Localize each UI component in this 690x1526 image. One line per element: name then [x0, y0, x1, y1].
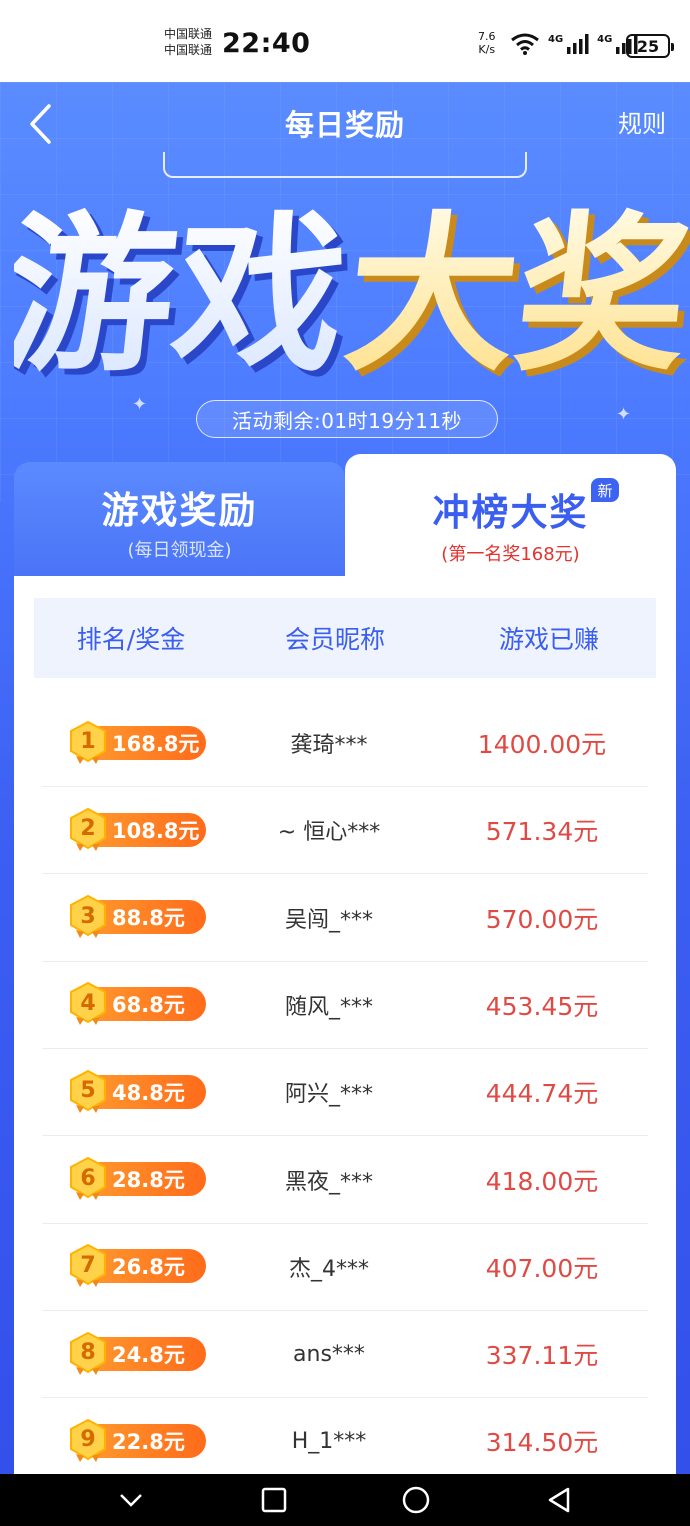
member-nickname: ~ 恒心*** — [277, 820, 381, 846]
rank-cell: 22.8元 9 — [42, 1398, 222, 1474]
rank-cell: 28.8元 6 — [42, 1136, 222, 1223]
rank-cell: 68.8元 4 — [42, 961, 222, 1048]
rank-cell: 168.8元 1 — [42, 700, 222, 787]
rank-cell: 26.8元 7 — [42, 1223, 222, 1310]
nav-collapse-button[interactable] — [111, 1480, 151, 1520]
table-row: 88.8元 3 吴闯_*** 570.00元 — [42, 875, 648, 962]
tab-sublabel: (第一名奖168元) — [441, 544, 580, 565]
earned-amount: 407.00元 — [485, 1253, 599, 1283]
rank-number: 3 — [80, 903, 96, 929]
table-row: 48.8元 5 阿兴_*** 444.74元 — [42, 1049, 648, 1137]
rank-cell: 24.8元 8 — [42, 1311, 222, 1398]
tab-label: 游戏奖励 — [101, 489, 258, 532]
header-rank-prize: 排名/奖金 — [76, 625, 186, 654]
wifi-icon — [511, 33, 539, 55]
rank-number: 1 — [80, 729, 96, 754]
header-earned: 游戏已赚 — [498, 625, 599, 654]
rank-number: 2 — [80, 816, 96, 842]
hero-title-gold-face: 大奖 — [337, 197, 690, 386]
carrier-2: 中国联通 — [164, 43, 213, 57]
leaderboard-panel: 排名/奖金 会员昵称 游戏已赚 168.8元 1 龚琦*** 1400.00元 108.… — [14, 576, 676, 1474]
member-nickname: 随风_*** — [284, 994, 373, 1020]
signal-4g-1-label: 4G — [548, 34, 564, 45]
rank-cell: 108.8元 2 — [42, 787, 222, 874]
table-row: 168.8元 1 龚琦*** 1400.00元 — [42, 700, 648, 787]
triangle-back-icon — [548, 1487, 569, 1513]
nav-recents-button[interactable] — [254, 1480, 294, 1520]
earned-amount: 418.00元 — [485, 1166, 599, 1196]
battery-indicator: 25 — [626, 34, 674, 58]
table-row: 28.8元 6 黑夜_*** 418.00元 — [42, 1137, 648, 1224]
rank-number: 4 — [80, 990, 96, 1016]
rank-number: 9 — [80, 1427, 96, 1453]
rank-cell: 48.8元 5 — [42, 1049, 222, 1136]
table-row: 22.8元 9 H_1*** 314.50元 — [42, 1398, 648, 1474]
earned-amount: 453.45元 — [485, 991, 599, 1021]
hero-title-art: 游戏 游戏 大奖 大奖 — [14, 197, 690, 386]
square-icon — [261, 1487, 286, 1513]
table-row: 108.8元 2 ~ 恒心*** 571.34元 — [42, 787, 648, 875]
table-row: 68.8元 4 随风_*** 453.45元 — [42, 962, 648, 1049]
rank-number: 5 — [80, 1078, 96, 1104]
table-row: 26.8元 7 杰_4*** 407.00元 — [42, 1224, 648, 1311]
carrier-1: 中国联通 — [164, 27, 213, 41]
signal-bars-icon — [567, 34, 589, 54]
chevron-down-icon — [120, 1494, 143, 1507]
tab-sublabel: (每日领现金) — [127, 540, 232, 561]
member-nickname: 黑夜_*** — [284, 1169, 373, 1195]
rank-cell: 88.8元 3 — [42, 874, 222, 961]
status-icons: 4G 4G — [510, 32, 638, 56]
net-speed-unit: K/s — [478, 43, 496, 56]
tab-game-rewards[interactable]: 游戏奖励 (每日领现金) — [14, 462, 345, 576]
member-nickname: H_1*** — [291, 1428, 367, 1454]
page-content: 每日奖励 规则 游戏 游戏 大奖 大奖 ✦ ✦ 活动剩余:01时19分11秒 游… — [0, 82, 690, 1474]
table-header: 排名/奖金 会员昵称 游戏已赚 — [34, 598, 656, 678]
tab-leaderboard-prize[interactable]: 冲榜大奖 新 (第一名奖168元) — [345, 454, 676, 576]
earned-amount: 444.74元 — [485, 1079, 599, 1109]
rank-number: 6 — [80, 1165, 96, 1191]
net-speed: 7.6 K/s — [478, 30, 496, 56]
signal-4g-2-label: 4G — [597, 34, 613, 45]
hero-top-frame — [163, 152, 527, 178]
countdown-timer: 活动剩余:01时19分11秒 — [196, 400, 498, 438]
rules-link[interactable]: 规则 — [618, 104, 666, 139]
member-nickname: 阿兴_*** — [284, 1082, 373, 1108]
table-row: 24.8元 8 ans*** 337.11元 — [42, 1311, 648, 1399]
earned-amount: 571.34元 — [485, 817, 599, 847]
earned-amount: 337.11元 — [485, 1341, 599, 1371]
net-speed-value: 7.6 — [478, 30, 496, 43]
nav-back-button[interactable] — [539, 1480, 579, 1520]
system-nav-bar — [0, 1474, 690, 1526]
member-nickname: 龚琦*** — [290, 733, 368, 758]
rank-number: 8 — [80, 1340, 96, 1366]
hero-title-white-face: 游戏 — [14, 197, 355, 386]
member-nickname: 杰_4*** — [289, 1256, 369, 1282]
earned-amount: 570.00元 — [485, 904, 599, 934]
circle-icon — [403, 1486, 430, 1514]
clock: 22:40 — [222, 28, 311, 59]
signal-4g-1: 4G — [548, 34, 589, 54]
status-bar: 中国联通 中国联通 22:40 7.6 K/s 4G 4G 25 — [0, 0, 690, 82]
carrier-labels: 中国联通 中国联通 — [164, 26, 212, 58]
tab-label: 冲榜大奖 — [432, 491, 589, 534]
nav-home-button[interactable] — [396, 1480, 436, 1520]
earned-amount: 1400.00元 — [477, 730, 607, 759]
sparkle-icon: ✦ — [132, 394, 148, 415]
page-title: 每日奖励 — [284, 108, 405, 142]
member-nickname: 吴闯_*** — [284, 907, 373, 933]
header-nickname: 会员昵称 — [284, 625, 385, 654]
sparkle-icon: ✦ — [616, 404, 632, 425]
battery-level: 25 — [636, 36, 660, 56]
member-nickname: ans*** — [293, 1341, 365, 1367]
new-badge: 新 — [591, 478, 619, 502]
earned-amount: 314.50元 — [485, 1428, 599, 1458]
rank-number: 7 — [80, 1252, 96, 1278]
